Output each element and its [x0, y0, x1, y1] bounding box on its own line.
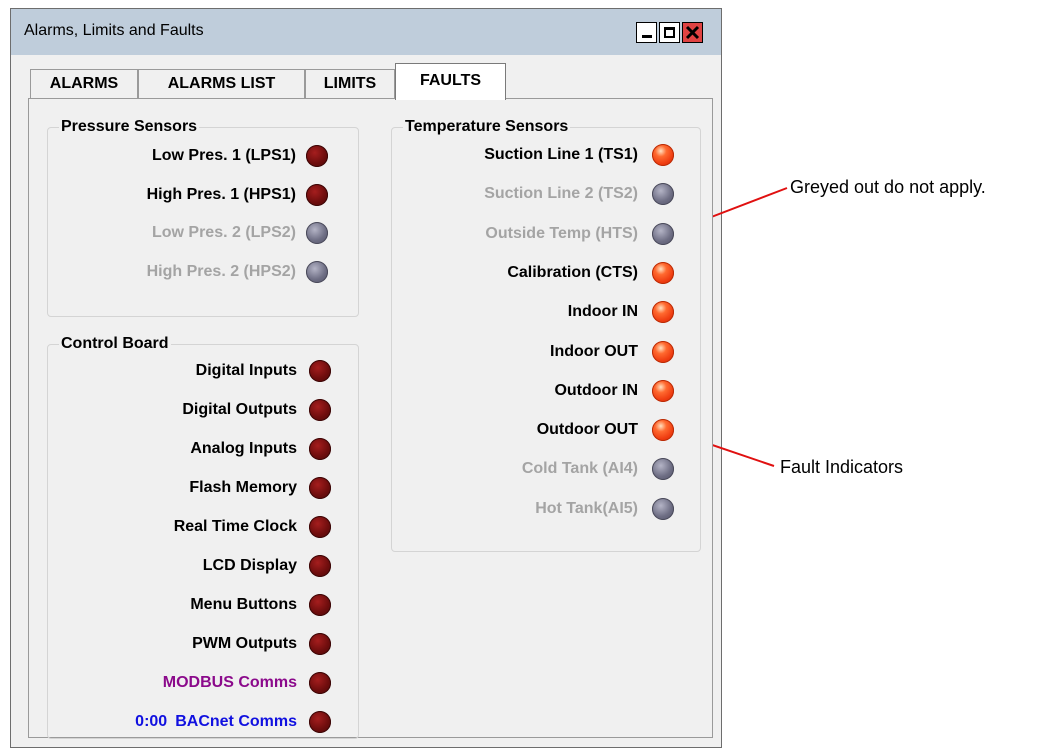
title-bar[interactable]: Alarms, Limits and Faults: [11, 9, 721, 55]
control-board-indicator-icon: [309, 633, 331, 655]
temperature-sensor-text: Indoor OUT: [550, 342, 638, 360]
control-board-text: BACnet Comms: [175, 713, 297, 730]
pressure-sensor-indicator-icon: [306, 183, 328, 206]
control-board-label: 0:00 BACnet Comms: [135, 713, 297, 731]
minimize-button[interactable]: [636, 22, 657, 43]
pressure-sensor-text: Low Pres. 2 (LPS2): [151, 224, 296, 241]
temperature-sensor-label: Indoor IN: [568, 303, 638, 321]
control-board-label: Real Time Clock: [174, 518, 297, 536]
close-icon: [685, 25, 700, 40]
faults-panel: Pressure Sensors Control Board Temperatu…: [28, 98, 713, 739]
tab-alarms-list[interactable]: ALARMS LIST: [138, 69, 305, 98]
control-board-label: Menu Buttons: [190, 596, 297, 614]
temperature-sensor-label: Outdoor IN: [554, 382, 638, 400]
control-board-label: Flash Memory: [189, 479, 297, 497]
control-board-indicator-icon: [309, 555, 331, 577]
temperature-sensor-label: Suction Line 2 (TS2): [484, 185, 638, 203]
temperature-sensor-text: Calibration (CTS): [507, 263, 638, 281]
pressure-sensor-indicator-icon: [306, 145, 328, 167]
control-board-text: Flash Memory: [189, 479, 297, 496]
time-prefix: 0:00: [135, 713, 168, 730]
temperature-sensor-label: Cold Tank (AI4): [522, 460, 638, 478]
temperature-sensor-text: Suction Line 1 (TS1): [484, 146, 638, 163]
control-board-text: PWM Outputs: [192, 635, 297, 652]
pressure-sensor-label: High Pres. 1 (HPS1): [147, 186, 296, 204]
control-board-label: PWM Outputs: [192, 635, 297, 653]
pressure-sensor-label: Low Pres. 2 (LPS2): [152, 224, 296, 242]
tab-limits[interactable]: LIMITS: [305, 69, 395, 98]
pressure-sensor-label: Low Pres. 1 (LPS1): [152, 147, 296, 165]
temperature-sensor-label: Outside Temp (HTS): [485, 225, 638, 243]
tab-faults[interactable]: FAULTS: [395, 63, 506, 100]
temperature-sensor-text: Hot Tank(AI5): [535, 499, 638, 517]
tab-alarms[interactable]: ALARMS: [30, 69, 138, 98]
temperature-sensor-indicator-icon: [652, 144, 674, 166]
control-board-indicator-icon: [309, 438, 331, 460]
control-board-label: Digital Outputs: [182, 401, 297, 419]
temperature-sensor-text: Outdoor IN: [554, 381, 638, 399]
temperature-sensor-label: Outdoor OUT: [537, 421, 638, 439]
control-board-text: Analog Inputs: [190, 440, 297, 457]
close-button[interactable]: [682, 22, 703, 43]
control-board-title: Control Board: [59, 335, 171, 353]
pressure-sensor-text: High Pres. 2 (HPS2): [146, 262, 296, 280]
control-board-label: Digital Inputs: [196, 362, 297, 380]
temperature-sensors-title: Temperature Sensors: [403, 118, 571, 136]
alarms-window: Alarms, Limits and Faults ALARMS ALARMS …: [10, 8, 722, 748]
control-board-indicator-icon: [309, 594, 331, 616]
temperature-sensor-label: Indoor OUT: [550, 343, 638, 361]
control-board-indicator-icon: [309, 516, 331, 538]
pressure-sensor-text: Low Pres. 1 (LPS1): [151, 147, 296, 164]
window-title: Alarms, Limits and Faults: [24, 22, 204, 39]
temperature-sensor-text: Suction Line 2 (TS2): [484, 185, 638, 203]
control-board-text: MODBUS Comms: [162, 674, 297, 691]
temperature-sensor-text: Indoor IN: [567, 303, 638, 321]
control-board-indicator-icon: [309, 360, 331, 382]
temperature-sensor-indicator-icon: [652, 222, 674, 245]
control-board-text: Real Time Clock: [173, 518, 297, 535]
annotation-fault: Fault Indicators: [780, 457, 904, 477]
control-board-text: Digital Outputs: [182, 401, 297, 418]
control-board-indicator-icon: [309, 399, 331, 421]
control-board-label: MODBUS Comms: [163, 674, 297, 692]
control-board-indicator-icon: [309, 477, 331, 499]
temperature-sensor-indicator-icon: [652, 379, 674, 402]
control-board-indicator-icon: [309, 672, 331, 694]
temperature-sensor-indicator-icon: [652, 497, 674, 520]
control-board-indicator-icon: [309, 711, 331, 733]
temperature-sensor-indicator-icon: [652, 419, 674, 442]
temperature-sensor-text: Cold Tank (AI4): [521, 460, 638, 478]
control-board-text: Digital Inputs: [195, 362, 297, 379]
control-board-label: Analog Inputs: [190, 440, 297, 458]
annotation-greyed: Greyed out do not apply.: [790, 177, 986, 197]
pressure-sensor-indicator-icon: [306, 222, 328, 244]
temperature-sensor-indicator-icon: [652, 261, 674, 284]
temperature-sensor-label: Suction Line 1 (TS1): [484, 146, 638, 164]
control-board-text: Menu Buttons: [190, 596, 297, 613]
pressure-sensor-indicator-icon: [306, 260, 328, 283]
temperature-sensor-text: Outside Temp (HTS): [485, 224, 638, 242]
pressure-sensor-text: High Pres. 1 (HPS1): [146, 185, 296, 203]
temperature-sensor-text: Outdoor OUT: [536, 421, 638, 439]
control-board-text: LCD Display: [202, 557, 297, 574]
control-board-label: LCD Display: [203, 557, 297, 575]
maximize-button[interactable]: [659, 22, 680, 43]
temperature-sensor-indicator-icon: [652, 340, 674, 363]
temperature-sensor-label: Hot Tank(AI5): [535, 500, 638, 518]
pressure-sensor-label: High Pres. 2 (HPS2): [147, 263, 296, 281]
temperature-sensor-label: Calibration (CTS): [507, 264, 638, 282]
pressure-sensors-title: Pressure Sensors: [59, 118, 200, 136]
